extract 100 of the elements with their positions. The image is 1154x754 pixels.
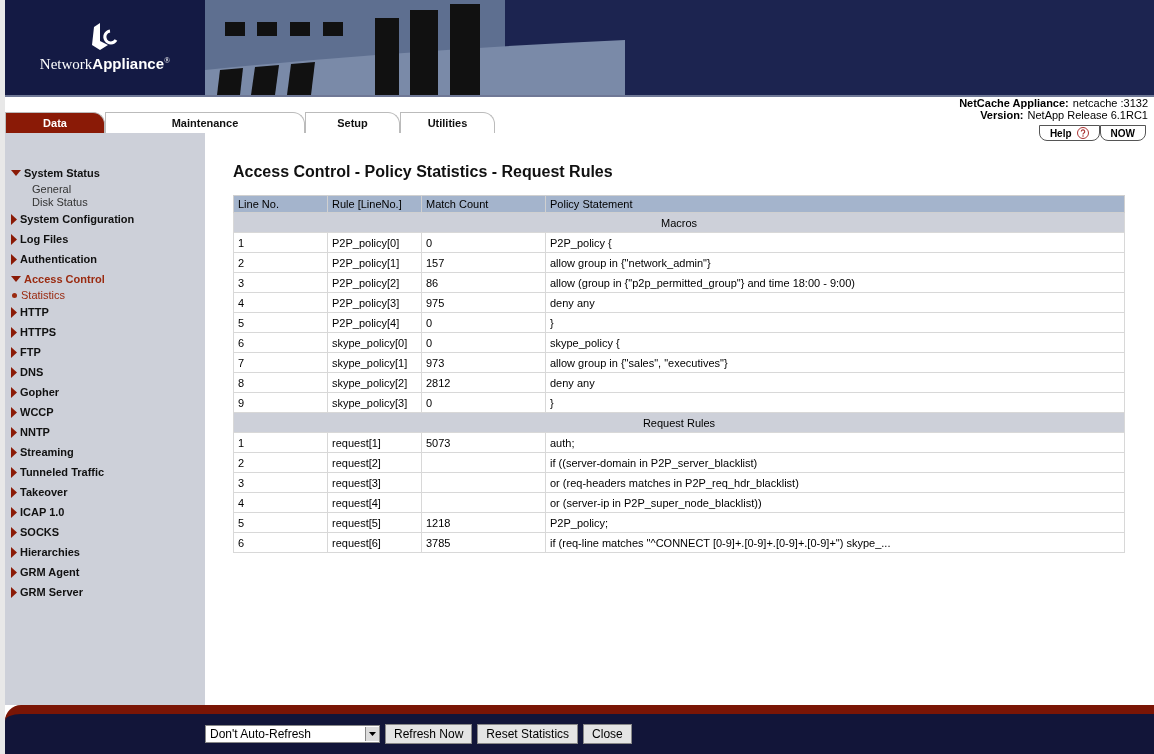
table-cell: 4 xyxy=(233,492,328,513)
sidebar-item[interactable]: Takeover xyxy=(20,486,68,498)
table-cell: skype_policy[2] xyxy=(327,372,422,393)
footer-button[interactable]: Reset Statistics xyxy=(477,724,579,744)
table-cell: deny any xyxy=(545,292,1125,313)
sidebar-subitem[interactable]: General xyxy=(32,183,72,196)
table-cell: 9 xyxy=(233,392,328,413)
table-cell: } xyxy=(545,312,1125,333)
sidebar-item[interactable]: Authentication xyxy=(20,253,97,265)
column-header: Rule [LineNo.] xyxy=(327,195,422,213)
table-cell: P2P_policy[1] xyxy=(327,252,422,273)
table-cell: allow (group in {"p2p_permitted_group"} and time 18:00 - 9:00) xyxy=(545,272,1125,293)
table-cell: P2P_policy[3] xyxy=(327,292,422,313)
table-cell: request[5] xyxy=(327,512,422,533)
collapsed-arrow-icon xyxy=(11,566,17,578)
tab[interactable]: Maintenance xyxy=(105,112,305,133)
collapsed-arrow-icon xyxy=(11,586,17,598)
table-cell: or (req-headers matches in P2P_req_hdr_blacklist) xyxy=(545,472,1125,493)
footer-button[interactable]: Refresh Now xyxy=(385,724,473,744)
table-cell: P2P_policy { xyxy=(545,232,1125,253)
table-cell: 3 xyxy=(233,472,328,493)
table-cell: 3785 xyxy=(421,532,546,553)
table-cell: 6 xyxy=(233,532,328,553)
table-cell: } xyxy=(545,392,1125,413)
help-button[interactable]: Help xyxy=(1038,125,1100,141)
collapsed-arrow-icon xyxy=(11,386,17,398)
collapsed-arrow-icon xyxy=(11,233,17,245)
tab[interactable]: Data xyxy=(5,112,105,133)
sidebar-item[interactable]: Hierarchies xyxy=(20,546,80,558)
sidebar-item[interactable]: NNTP xyxy=(20,426,50,438)
column-header: Line No. xyxy=(233,195,328,213)
table-cell: 5 xyxy=(233,312,328,333)
table-cell: if (req-line matches "^CONNECT [0-9]+.[0-9]+.[0-9]+.[0-9]+") skype_... xyxy=(545,532,1125,553)
expanded-arrow-icon xyxy=(11,169,21,177)
sidebar-item[interactable]: Gopher xyxy=(20,386,60,398)
table-cell: 0 xyxy=(421,332,546,353)
sidebar-item[interactable]: GRM Agent xyxy=(20,566,80,578)
table-cell: 86 xyxy=(421,272,546,293)
sidebar-subitem[interactable]: Disk Status xyxy=(32,196,88,209)
refresh-dropdown[interactable]: Don't Auto-Refresh xyxy=(205,725,380,743)
table-cell: 2812 xyxy=(421,372,546,393)
sidebar-item[interactable]: Access Control xyxy=(24,273,105,285)
sidebar-item[interactable]: Tunneled Traffic xyxy=(20,466,105,478)
collapsed-arrow-icon xyxy=(11,346,17,358)
collapsed-arrow-icon xyxy=(11,546,17,558)
tab[interactable]: Setup xyxy=(305,112,400,133)
page-title: Access Control - Policy Statistics - Request Rules xyxy=(233,163,614,181)
table-cell: P2P_policy; xyxy=(545,512,1125,533)
column-header: Policy Statement xyxy=(545,195,1125,213)
collapsed-arrow-icon xyxy=(11,466,17,478)
sidebar-item[interactable]: System Configuration xyxy=(20,213,135,225)
sidebar-item[interactable]: ICAP 1.0 xyxy=(20,506,65,518)
table-cell: request[4] xyxy=(327,492,422,513)
table-cell: P2P_policy[4] xyxy=(327,312,422,333)
sidebar-item[interactable]: SOCKS xyxy=(20,526,60,538)
sidebar-item[interactable]: GRM Server xyxy=(20,586,83,598)
table-cell: P2P_policy[0] xyxy=(327,232,422,253)
question-icon xyxy=(1076,127,1089,139)
table-cell: skype_policy[1] xyxy=(327,352,422,373)
table-cell: P2P_policy[2] xyxy=(327,272,422,293)
table-cell: allow group in {"sales", "executives"} xyxy=(545,352,1125,373)
sidebar-subitem[interactable]: Statistics xyxy=(21,289,65,302)
table-cell: 3 xyxy=(233,272,328,293)
table-cell: 0 xyxy=(421,392,546,413)
collapsed-arrow-icon xyxy=(11,213,17,225)
table-cell: 5073 xyxy=(421,432,546,453)
table-cell: request[2] xyxy=(327,452,422,473)
sidebar-item[interactable]: System Status xyxy=(24,167,100,179)
collapsed-arrow-icon xyxy=(11,486,17,498)
table-cell: 0 xyxy=(421,232,546,253)
sidebar-item[interactable]: FTP xyxy=(20,346,41,358)
collapsed-arrow-icon xyxy=(11,506,17,518)
sidebar-item[interactable]: Log Files xyxy=(20,233,69,245)
table-cell: 6 xyxy=(233,332,328,353)
group-header: Macros xyxy=(233,212,1125,233)
sidebar-item[interactable]: HTTP xyxy=(20,306,49,318)
table-cell: 7 xyxy=(233,352,328,373)
table-cell: skype_policy[3] xyxy=(327,392,422,413)
sidebar-item[interactable]: DNS xyxy=(20,366,44,378)
collapsed-arrow-icon xyxy=(11,406,17,418)
sidebar-item[interactable]: WCCP xyxy=(20,406,54,418)
tab[interactable]: Utilities xyxy=(400,112,495,133)
sidebar-item[interactable]: Streaming xyxy=(20,446,74,458)
table-cell: 1 xyxy=(233,432,328,453)
table-cell: skype_policy { xyxy=(545,332,1125,353)
bullet-icon xyxy=(12,293,17,298)
collapsed-arrow-icon xyxy=(11,526,17,538)
table-cell: 5 xyxy=(233,512,328,533)
table-cell: deny any xyxy=(545,372,1125,393)
now-button[interactable]: NOW xyxy=(1099,125,1146,141)
table-cell: 1 xyxy=(233,232,328,253)
collapsed-arrow-icon xyxy=(11,326,17,338)
column-header: Match Count xyxy=(421,195,546,213)
logo-text: NetworkAppliance$^{®}$ xyxy=(39,54,171,73)
collapsed-arrow-icon xyxy=(11,426,17,438)
sidebar-item[interactable]: HTTPS xyxy=(20,326,57,338)
table-cell: allow group in {"network_admin"} xyxy=(545,252,1125,273)
footer-button[interactable]: Close xyxy=(583,724,632,744)
table-cell: or (server-ip in P2P_super_node_blacklist)) xyxy=(545,492,1125,513)
collapsed-arrow-icon xyxy=(11,306,17,318)
